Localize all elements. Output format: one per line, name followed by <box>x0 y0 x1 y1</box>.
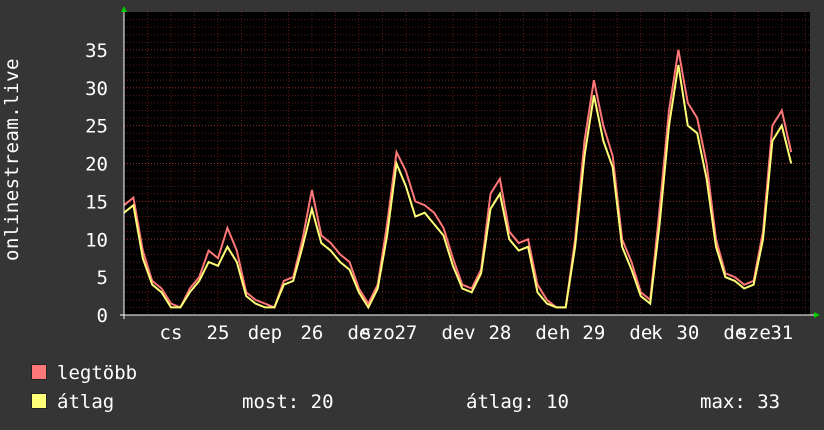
x-tick-label: de <box>441 322 464 344</box>
x-tick-label: 26 <box>300 322 323 344</box>
y-tick-label: 25 <box>85 116 108 138</box>
x-axis-arrow-icon <box>814 312 820 318</box>
y-tick-label: 35 <box>85 40 108 62</box>
y-axis-ticks: 0 5 10 15 20 25 30 35 <box>85 40 108 327</box>
legend-swatch-max <box>31 364 47 380</box>
x-tick-label: h <box>559 322 570 344</box>
stat-max: max: 33 <box>700 391 781 413</box>
stat-now: most: 20 <box>242 391 334 413</box>
y-axis-arrow-icon <box>121 6 127 12</box>
x-tick-label: 27 <box>394 322 417 344</box>
x-tick-label: 29 <box>582 322 605 344</box>
x-tick-label: cs <box>160 322 183 344</box>
y-tick-label: 10 <box>85 229 108 251</box>
legend-swatch-avg <box>31 393 47 409</box>
legend-item-avg: átlag <box>31 391 114 413</box>
x-tick-label: szo <box>361 322 395 344</box>
x-tick-label: de <box>535 322 558 344</box>
x-axis-ticks: cs 25 dep 26 deszo 27 de v 28 de h 29 dek 30 desze 31 <box>160 322 794 344</box>
chart: cs 25 dep 26 deszo 27 de v 28 de h 29 dek 30 desze 31 0… <box>85 6 820 344</box>
y-tick-label: 5 <box>97 267 108 289</box>
y-tick-label: 15 <box>85 191 108 213</box>
stat-avg: átlag: 10 <box>466 391 569 413</box>
legend-item-max: legtöbb <box>31 362 137 384</box>
x-tick-label: 28 <box>488 322 511 344</box>
x-tick-label: 30 <box>676 322 699 344</box>
x-tick-label: 25 <box>207 322 230 344</box>
y-tick-label: 20 <box>85 154 108 176</box>
y-tick-label: 0 <box>97 305 108 327</box>
legend-label-avg: átlag <box>57 391 115 413</box>
legend-label-max: legtöbb <box>57 362 138 384</box>
x-tick-label: k <box>651 322 663 344</box>
x-tick-label: de <box>629 322 652 344</box>
x-tick-label: v <box>464 322 475 344</box>
y-tick-label: 30 <box>85 78 108 100</box>
x-tick-label: dep <box>248 322 282 344</box>
x-tick-label: 31 <box>770 322 793 344</box>
x-tick-label: sze <box>736 322 770 344</box>
y-axis-label: onlinestream.live <box>1 58 23 261</box>
